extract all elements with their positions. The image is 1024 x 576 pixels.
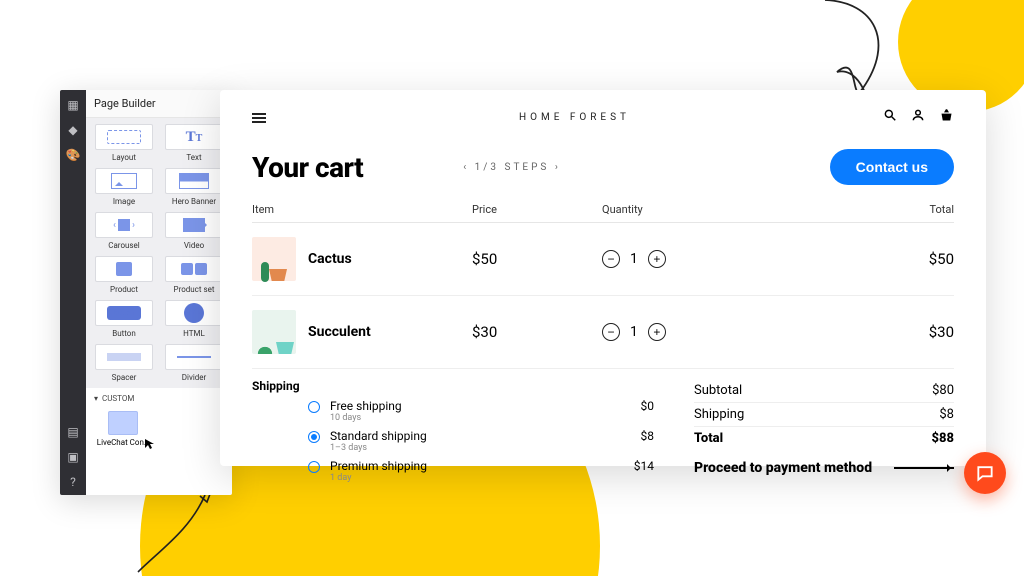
qty-decrease-button[interactable]: − <box>602 250 620 268</box>
arrow-annotation-bottom <box>130 490 220 576</box>
page-builder-panel: ▦ ◆ 🎨 ▤ ▣ ? Page Builder Layout TTText I… <box>60 90 232 495</box>
rail-theme-icon[interactable]: 🎨 <box>66 148 80 162</box>
component-carousel[interactable]: ‹›Carousel <box>92 212 156 250</box>
rail-blocks-icon[interactable]: ▦ <box>66 98 80 112</box>
shipping-label: Shipping <box>252 379 322 393</box>
account-icon[interactable] <box>911 108 925 127</box>
table-header: Item Price Quantity Total <box>252 203 954 216</box>
search-icon[interactable] <box>883 108 897 127</box>
radio-icon <box>308 401 320 413</box>
component-divider[interactable]: Divider <box>162 344 226 382</box>
qty-value: 1 <box>630 251 638 267</box>
steps-indicator[interactable]: ‹ 1/3 STEPS › <box>463 162 561 173</box>
component-layout[interactable]: Layout <box>92 124 156 162</box>
cube-icon <box>108 411 138 435</box>
rail-note-icon[interactable]: ▣ <box>66 450 80 464</box>
menu-icon[interactable] <box>252 113 266 123</box>
rail-layers-icon[interactable]: ◆ <box>66 123 80 137</box>
component-product[interactable]: Product <box>92 256 156 294</box>
line-total: $50 <box>772 250 954 268</box>
component-video[interactable]: Video <box>162 212 226 250</box>
topbar: HOME FOREST <box>252 108 954 127</box>
brand: HOME FOREST <box>266 112 883 123</box>
rail-help-icon[interactable]: ? <box>66 475 80 489</box>
builder-title: Page Builder <box>86 90 232 118</box>
quantity-stepper: − 1 + <box>602 250 772 268</box>
qty-value: 1 <box>630 324 638 340</box>
table-row: Cactus $50 − 1 + $50 <box>252 223 954 296</box>
shipping-option-free[interactable]: Free shipping10 days $0 <box>308 399 654 423</box>
product-thumb-cactus <box>252 237 296 281</box>
arrow-right-icon <box>894 467 954 469</box>
summary: Subtotal$80 Shipping$8 Total$88 Proceed … <box>694 379 954 483</box>
shipping-option-premium[interactable]: Premium shipping1 day $14 <box>308 459 654 483</box>
rail-store-icon[interactable]: ▤ <box>66 425 80 439</box>
chat-icon <box>975 463 995 483</box>
chat-fab[interactable] <box>964 452 1006 494</box>
radio-icon <box>308 431 320 443</box>
component-product-set[interactable]: Product set <box>162 256 226 294</box>
component-text[interactable]: TTText <box>162 124 226 162</box>
shipping-option-standard[interactable]: Standard shipping1–3 days $8 <box>308 429 654 453</box>
contact-us-button[interactable]: Contact us <box>830 149 954 185</box>
table-row: Succulent $30 − 1 + $30 <box>252 296 954 369</box>
product-thumb-succulent <box>252 310 296 354</box>
product-price: $30 <box>472 323 602 341</box>
component-html[interactable]: </>HTML <box>162 300 226 338</box>
page-title: Your cart <box>252 151 363 184</box>
product-price: $50 <box>472 250 602 268</box>
proceed-button[interactable]: Proceed to payment method <box>694 460 954 476</box>
line-total: $30 <box>772 323 954 341</box>
basket-icon[interactable] <box>939 108 954 127</box>
radio-icon <box>308 461 320 473</box>
custom-section-header[interactable]: ▾CUSTOM <box>86 388 232 407</box>
product-name: Cactus <box>308 251 352 267</box>
component-spacer[interactable]: Spacer <box>92 344 156 382</box>
cart-card: HOME FOREST Your cart ‹ 1/3 STEPS › Cont… <box>220 90 986 466</box>
product-name: Succulent <box>308 324 371 340</box>
qty-decrease-button[interactable]: − <box>602 323 620 341</box>
qty-increase-button[interactable]: + <box>648 250 666 268</box>
component-button[interactable]: buttonButton <box>92 300 156 338</box>
builder-rail: ▦ ◆ 🎨 ▤ ▣ ? <box>60 90 86 495</box>
component-hero-banner[interactable]: Hero Banner <box>162 168 226 206</box>
cursor-icon <box>144 435 154 445</box>
component-image[interactable]: Image <box>92 168 156 206</box>
qty-increase-button[interactable]: + <box>648 323 666 341</box>
quantity-stepper: − 1 + <box>602 323 772 341</box>
